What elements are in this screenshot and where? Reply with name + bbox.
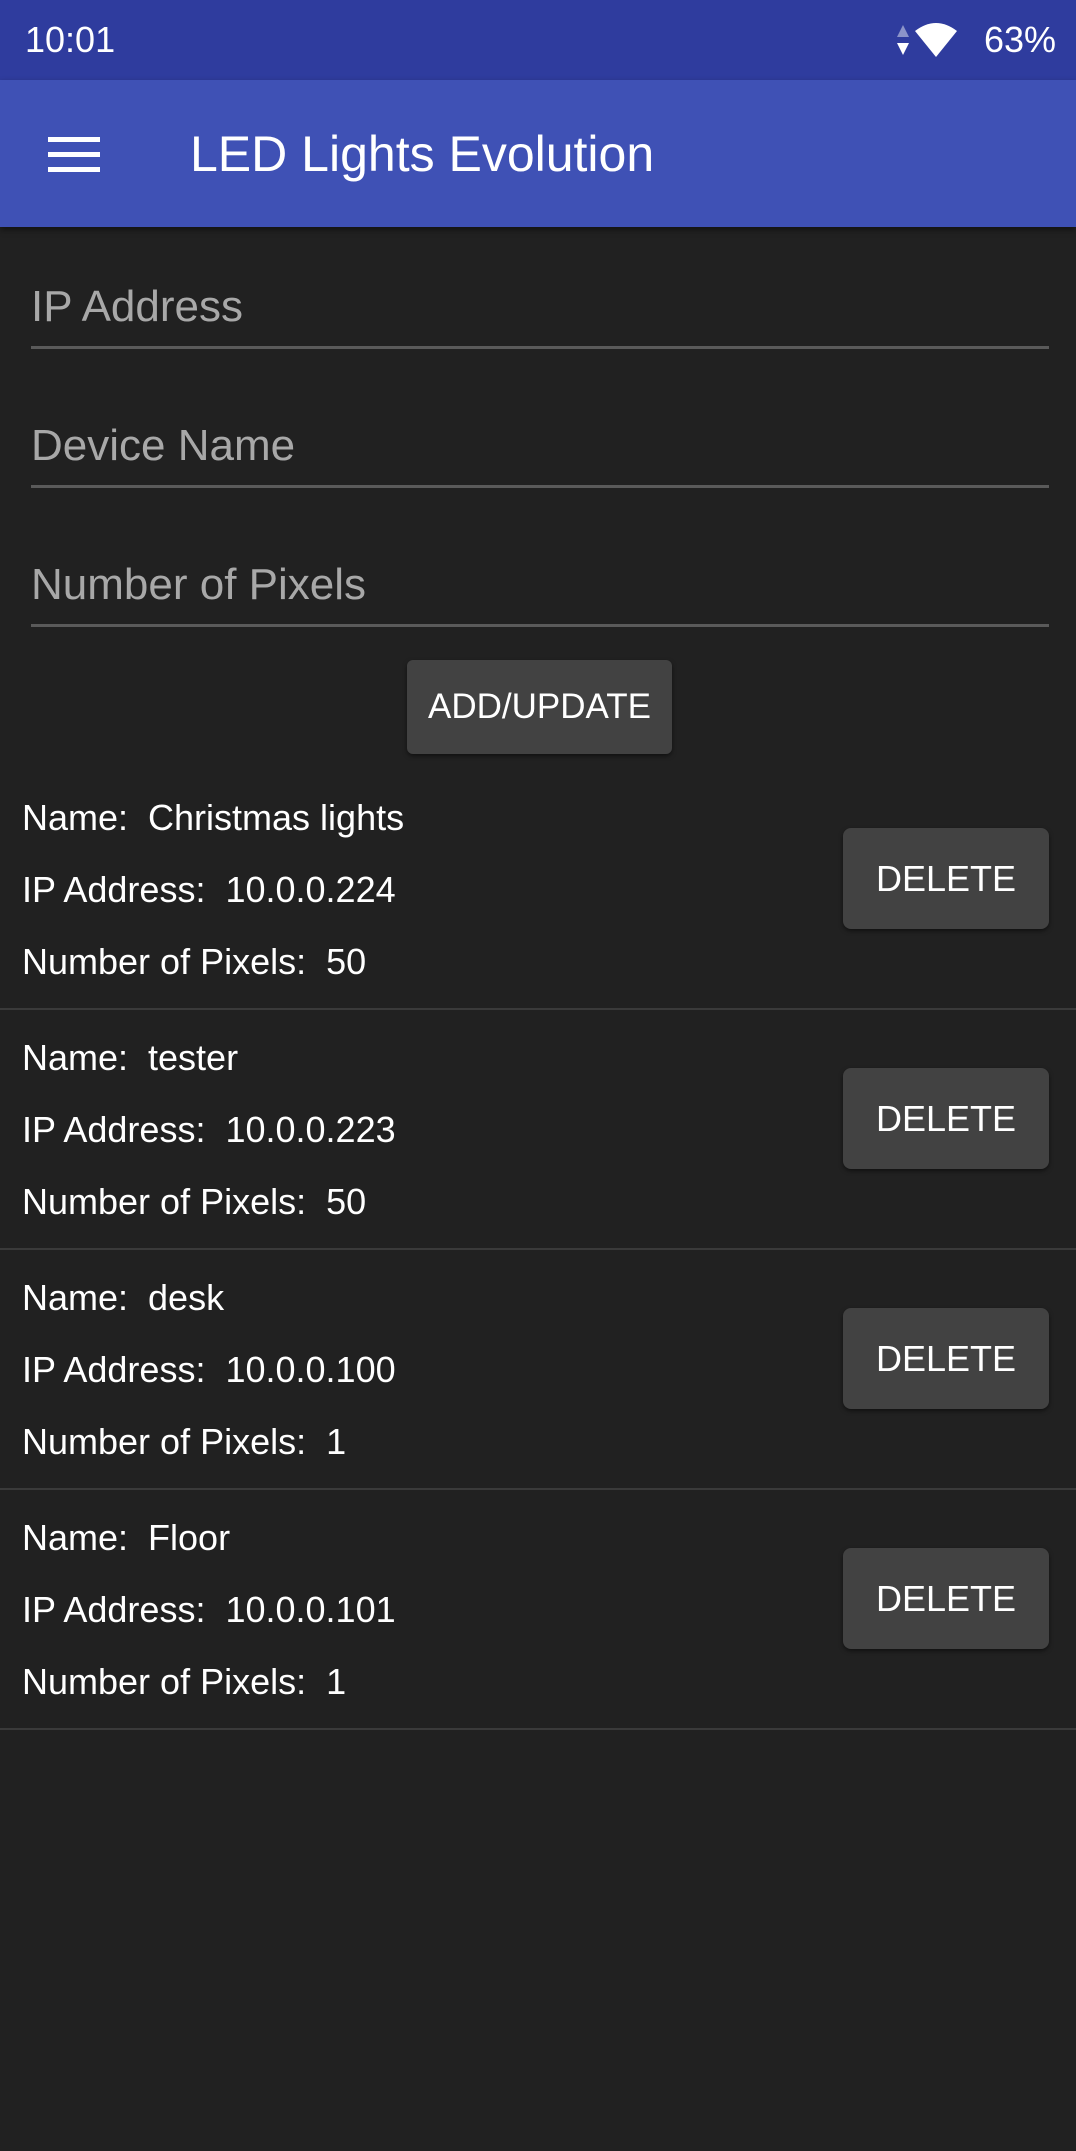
device-name-value: Floor bbox=[148, 1517, 231, 1558]
delete-button[interactable]: DELETE bbox=[843, 1308, 1049, 1409]
device-list-item: Name: Floor IP Address: 10.0.0.101 Number … bbox=[0, 1490, 1076, 1730]
add-update-button[interactable]: ADD/UPDATE bbox=[407, 660, 672, 754]
ip-label: IP Address: bbox=[22, 1109, 206, 1150]
pixels-label: Number of Pixels: bbox=[22, 1181, 307, 1222]
menu-button[interactable] bbox=[34, 120, 114, 190]
device-name-row: Name: Floor bbox=[22, 1516, 230, 1560]
delete-button[interactable]: DELETE bbox=[843, 828, 1049, 929]
name-label: Name: bbox=[22, 1517, 129, 1558]
device-list-item: Name: Christmas lights IP Address: 10.0.0.… bbox=[0, 770, 1076, 1010]
app-title: LED Lights Evolution bbox=[190, 126, 655, 182]
battery-percentage: 63% bbox=[983, 19, 1056, 60]
device-ip-value: 10.0.0.101 bbox=[225, 1589, 396, 1630]
device-pixels-row: Number of Pixels: 1 bbox=[22, 1660, 346, 1704]
device-list-item: Name: desk IP Address: 10.0.0.100 Number o… bbox=[0, 1250, 1076, 1490]
device-name-row: Name: desk bbox=[22, 1276, 224, 1320]
device-ip-value: 10.0.0.100 bbox=[225, 1349, 396, 1390]
device-name-input[interactable] bbox=[31, 407, 1049, 488]
device-ip-row: IP Address: 10.0.0.100 bbox=[22, 1348, 396, 1392]
device-name-row: Name: tester bbox=[22, 1036, 238, 1080]
device-name-row: Name: Christmas lights bbox=[22, 796, 404, 840]
status-bar: 10:01 63% bbox=[0, 0, 1076, 80]
ip-label: IP Address: bbox=[22, 1589, 206, 1630]
ip-label: IP Address: bbox=[22, 869, 206, 910]
device-list-item: Name: tester IP Address: 10.0.0.223 Number… bbox=[0, 1010, 1076, 1250]
device-pixels-row: Number of Pixels: 50 bbox=[22, 940, 366, 984]
device-pixels-value: 50 bbox=[326, 941, 367, 982]
name-label: Name: bbox=[22, 1037, 129, 1078]
delete-button[interactable]: DELETE bbox=[843, 1548, 1049, 1649]
ip-address-input[interactable] bbox=[31, 268, 1049, 349]
number-of-pixels-input[interactable] bbox=[31, 546, 1049, 627]
wifi-icon bbox=[914, 23, 957, 57]
name-label: Name: bbox=[22, 797, 129, 838]
device-ip-row: IP Address: 10.0.0.224 bbox=[22, 868, 396, 912]
device-name-value: desk bbox=[148, 1277, 225, 1318]
pixels-label: Number of Pixels: bbox=[22, 1421, 307, 1462]
app-bar: LED Lights Evolution bbox=[0, 80, 1076, 227]
pixels-label: Number of Pixels: bbox=[22, 941, 307, 982]
name-label: Name: bbox=[22, 1277, 129, 1318]
device-name-value: tester bbox=[148, 1037, 239, 1078]
status-time: 10:01 bbox=[25, 19, 116, 60]
device-ip-value: 10.0.0.223 bbox=[225, 1109, 396, 1150]
ip-label: IP Address: bbox=[22, 1349, 206, 1390]
device-pixels-value: 50 bbox=[326, 1181, 367, 1222]
device-ip-value: 10.0.0.224 bbox=[225, 869, 396, 910]
pixels-label: Number of Pixels: bbox=[22, 1661, 307, 1702]
device-pixels-row: Number of Pixels: 1 bbox=[22, 1420, 346, 1464]
status-icons: 63% bbox=[896, 18, 1056, 62]
device-pixels-value: 1 bbox=[326, 1661, 347, 1702]
device-name-value: Christmas lights bbox=[148, 797, 405, 838]
device-ip-row: IP Address: 10.0.0.223 bbox=[22, 1108, 396, 1152]
delete-button[interactable]: DELETE bbox=[843, 1068, 1049, 1169]
device-pixels-value: 1 bbox=[326, 1421, 347, 1462]
hamburger-menu-icon bbox=[48, 137, 100, 172]
data-arrows-icon bbox=[896, 25, 909, 55]
device-ip-row: IP Address: 10.0.0.101 bbox=[22, 1588, 396, 1632]
device-pixels-row: Number of Pixels: 50 bbox=[22, 1180, 366, 1224]
